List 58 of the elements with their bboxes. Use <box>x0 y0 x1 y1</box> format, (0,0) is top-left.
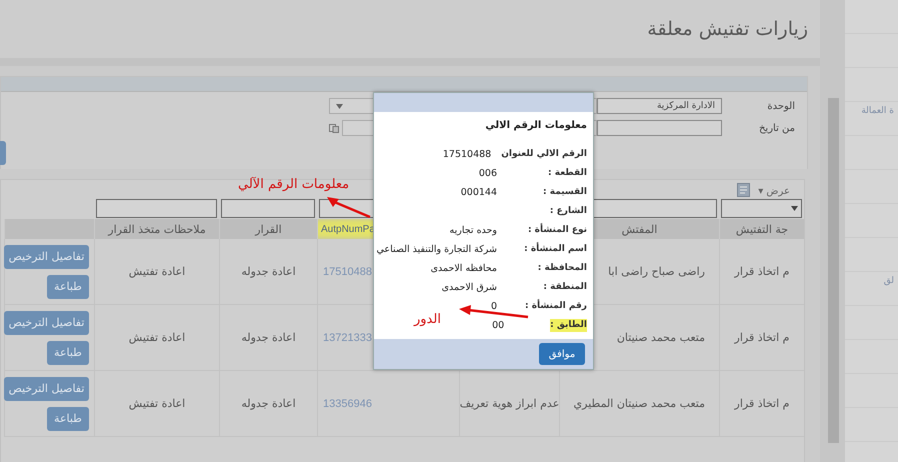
auto-number-link[interactable]: 13356946 <box>323 398 372 410</box>
field-value: شرق الاحمدى <box>442 281 497 294</box>
field-label: الوحدة <box>766 100 796 112</box>
table-cell: عدم ابراز هوية تعريف <box>459 371 559 437</box>
table-cell: اعادة جدوله <box>219 305 317 371</box>
field-label: القطعة : <box>547 167 587 180</box>
view-menu[interactable]: عرض ▾ <box>758 187 790 197</box>
license-details-button[interactable]: تفاصيل الترخيص <box>4 310 89 334</box>
field-value: وحده تجاريه <box>450 224 497 237</box>
field-value: محافظه الاحمدى <box>430 262 497 275</box>
field-value: 17510488 <box>442 148 492 161</box>
field-value: 006 <box>478 167 497 180</box>
table-cell: اعادة تفتيش <box>94 371 219 437</box>
field-value: 000144 <box>460 186 497 199</box>
ok-button[interactable]: موافق <box>539 343 585 365</box>
filter-input[interactable] <box>96 198 217 218</box>
dialog-title: معلومات الرقم الالي <box>485 120 587 131</box>
print-button[interactable]: طباعة <box>47 274 89 298</box>
print-button[interactable]: طباعة <box>47 340 89 364</box>
page-title: زيارات تفتيش معلقة <box>647 18 808 40</box>
scrollbar[interactable] <box>828 98 839 443</box>
table-cell: اعادة تفتيش <box>94 305 219 371</box>
table-cell: متعب محمد صنيتان المطيري <box>559 371 719 437</box>
annotation-arrow <box>327 197 370 218</box>
field-label: الشارع : <box>548 205 587 218</box>
field-value: 00 <box>492 319 504 332</box>
date-field[interactable] <box>597 120 722 136</box>
annotation-text: الدور <box>414 312 441 327</box>
annotation-text: معلومات الرقم الآلي <box>238 177 350 192</box>
field-value: شركة التجارة والتنفيذ الصناعي <box>376 243 497 256</box>
field-label: من تاريخ <box>758 122 796 134</box>
field-label: القسيمة : <box>542 186 587 199</box>
auto-number-link[interactable]: 13721333 <box>323 332 372 344</box>
table-cell: م اتخاذ قرار <box>719 239 804 305</box>
calendar-icon[interactable] <box>329 123 339 133</box>
license-details-button[interactable]: تفاصيل الترخيص <box>4 244 89 268</box>
filter-select[interactable] <box>721 198 802 218</box>
caret-icon <box>336 104 343 108</box>
filter-input[interactable] <box>221 198 315 218</box>
table-cell: اعادة جدوله <box>219 239 317 305</box>
unit-select[interactable]: الادارة المركزية <box>597 98 722 114</box>
table-cell: اعادة تفتيش <box>94 239 219 305</box>
license-details-button[interactable]: تفاصيل الترخيص <box>4 376 89 400</box>
column-header[interactable]: جة التفتيش <box>719 219 804 239</box>
export-icon[interactable] <box>737 183 750 197</box>
field-label: الطابق : <box>550 319 587 332</box>
print-button[interactable]: طباعة <box>47 406 89 430</box>
field-label: الرقم الالي للعنوان <box>501 148 587 161</box>
sidebar-item[interactable]: ة العمالة <box>861 106 898 116</box>
table-cell: م اتخاذ قرار <box>719 371 804 437</box>
column-header[interactable]: ملاحظات متخذ القرار <box>94 219 219 239</box>
field-value: 0 <box>490 300 497 313</box>
caret-icon <box>791 206 798 210</box>
table-cell: اعادة جدوله <box>219 371 317 437</box>
auto-number-link[interactable]: 17510488 <box>323 266 372 278</box>
table-cell: م اتخاذ قرار <box>719 305 804 371</box>
sidebar-item[interactable]: لق <box>884 276 898 286</box>
column-header[interactable]: القرار <box>219 219 317 239</box>
